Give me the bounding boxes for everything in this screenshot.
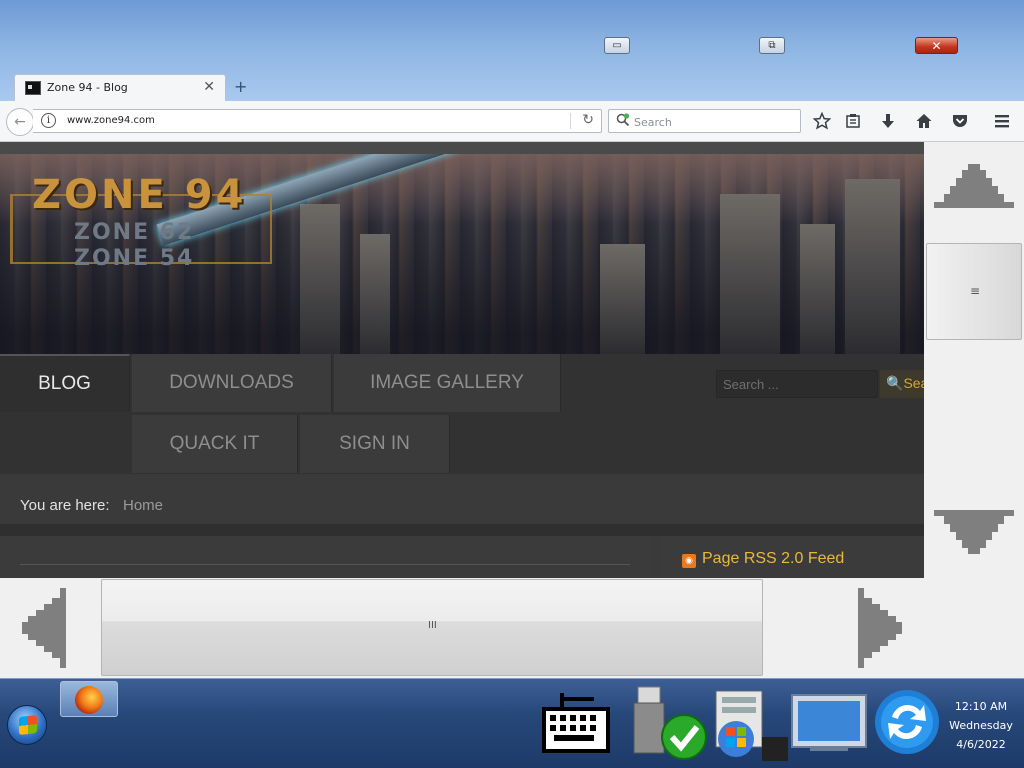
breadcrumb-label: You are here: [20, 497, 110, 514]
reading-list-icon[interactable] [843, 112, 863, 132]
section-divider [0, 524, 924, 536]
start-button[interactable] [7, 705, 47, 745]
site-main-menu: BLOG DOWNLOADS IMAGE GALLERY QUACK IT SI… [0, 354, 924, 474]
home-icon[interactable] [914, 112, 934, 132]
top-strip [0, 142, 924, 154]
site-logo[interactable]: ZONE 94 [32, 172, 246, 218]
search-icon: 🔍 [886, 375, 904, 391]
search-placeholder: Search [634, 116, 672, 129]
back-arrow-icon: ← [14, 114, 26, 130]
horizontal-scroll-thumb[interactable]: III [101, 579, 763, 676]
scrollbar-corner [924, 578, 1024, 678]
logo-subtitle-2: ZONE 54 [74, 246, 195, 271]
maximize-icon: ⧉ [768, 40, 776, 51]
taskbar-firefox-button[interactable] [60, 681, 118, 717]
downloads-icon[interactable] [878, 112, 898, 132]
scroll-right-arrow-icon[interactable] [856, 588, 904, 668]
display-icon[interactable] [790, 693, 868, 753]
menu-item-downloads[interactable]: DOWNLOADS [132, 354, 332, 412]
url-divider [570, 113, 571, 129]
menu-icon[interactable] [992, 112, 1012, 132]
clock-time: 12:10 AM [954, 700, 1008, 713]
url-bar[interactable]: i www.zone94.com ↻ [33, 109, 602, 133]
maximize-button[interactable]: ⧉ [759, 37, 785, 54]
menu-item-blog[interactable]: BLOG [0, 354, 130, 412]
windows-logo-icon [19, 715, 37, 735]
scroll-left-arrow-icon[interactable] [20, 588, 68, 668]
search-engine-icon [616, 113, 630, 130]
close-window-button[interactable]: ✕ [915, 37, 958, 54]
site-banner: ZONE 94 ZONE 62 ZONE 54 [0, 154, 924, 354]
logo-subtitle-1: ZONE 62 [74, 220, 195, 245]
main-content-column [0, 536, 651, 578]
search-input[interactable]: Search [608, 109, 801, 133]
sidebar-column: ◉ Page RSS 2.0 Feed [662, 536, 924, 578]
content-divider [20, 564, 630, 565]
vertical-scroll-thumb[interactable]: ≡ [926, 243, 1022, 340]
minimize-button[interactable]: ▭ [604, 37, 630, 54]
site-favicon-icon [25, 81, 41, 95]
tab-title: Zone 94 - Blog [47, 81, 128, 94]
browser-tab[interactable]: Zone 94 - Blog ✕ [14, 74, 226, 102]
banner-tower [600, 244, 645, 354]
breadcrumb-home-link[interactable]: Home [123, 497, 163, 514]
pocket-icon[interactable] [950, 112, 970, 132]
site-search-button[interactable]: 🔍Sea [880, 370, 924, 398]
site-search-button-label: Sea [903, 375, 924, 391]
navigation-toolbar: ← i www.zone94.com ↻ Search [0, 101, 1024, 142]
firefox-icon [75, 686, 103, 714]
sync-icon[interactable] [872, 687, 942, 757]
banner-tower [300, 204, 340, 354]
horizontal-scrollbar[interactable]: III [0, 578, 924, 678]
banner-tower [360, 234, 390, 354]
banner-tower [720, 194, 780, 354]
banner-tower [845, 179, 900, 354]
windows-taskbar: 12:10 AM Wednesday 4/6/2022 [0, 678, 1024, 768]
clock-date: 4/6/2022 [956, 738, 1006, 751]
banner-tower [800, 224, 835, 354]
back-button[interactable]: ← [6, 108, 34, 136]
clock-day: Wednesday [949, 719, 1013, 732]
menu-item-image-gallery[interactable]: IMAGE GALLERY [334, 354, 561, 412]
scroll-grip-icon: III [428, 620, 437, 631]
usb-safely-remove-icon[interactable] [632, 685, 712, 765]
url-text[interactable]: www.zone94.com [67, 115, 155, 126]
page-viewport: ZONE 94 ZONE 62 ZONE 54 BLOG DOWNLOADS I… [0, 142, 924, 578]
new-tab-button[interactable]: + [234, 77, 247, 96]
site-search-input[interactable]: Search ... [716, 370, 878, 398]
rss-icon: ◉ [682, 554, 696, 568]
close-icon: ✕ [931, 38, 942, 53]
menu-item-quack-it[interactable]: QUACK IT [132, 415, 298, 473]
scroll-down-arrow-icon[interactable] [934, 508, 1014, 556]
site-info-icon[interactable]: i [41, 113, 56, 128]
breadcrumb: You are here: Home [0, 486, 924, 524]
system-clock[interactable]: 12:10 AM Wednesday 4/6/2022 [946, 697, 1016, 754]
windows-update-icon[interactable] [712, 687, 792, 765]
scroll-up-arrow-icon[interactable] [934, 162, 1014, 210]
window-titlebar: ▭ ⧉ ✕ Zone 94 - Blog ✕ + [0, 0, 1024, 102]
rss-feed-link[interactable]: Page RSS 2.0 Feed [702, 550, 844, 568]
tab-close-icon[interactable]: ✕ [203, 79, 215, 95]
minimize-icon: ▭ [612, 40, 622, 51]
vertical-scrollbar[interactable]: ≡ [924, 142, 1024, 578]
bookmark-star-icon[interactable] [812, 111, 832, 132]
on-screen-keyboard-icon[interactable] [540, 689, 612, 757]
scroll-grip-icon: ≡ [970, 284, 981, 298]
menu-item-sign-in[interactable]: SIGN IN [300, 415, 450, 473]
reload-icon[interactable]: ↻ [582, 112, 594, 128]
